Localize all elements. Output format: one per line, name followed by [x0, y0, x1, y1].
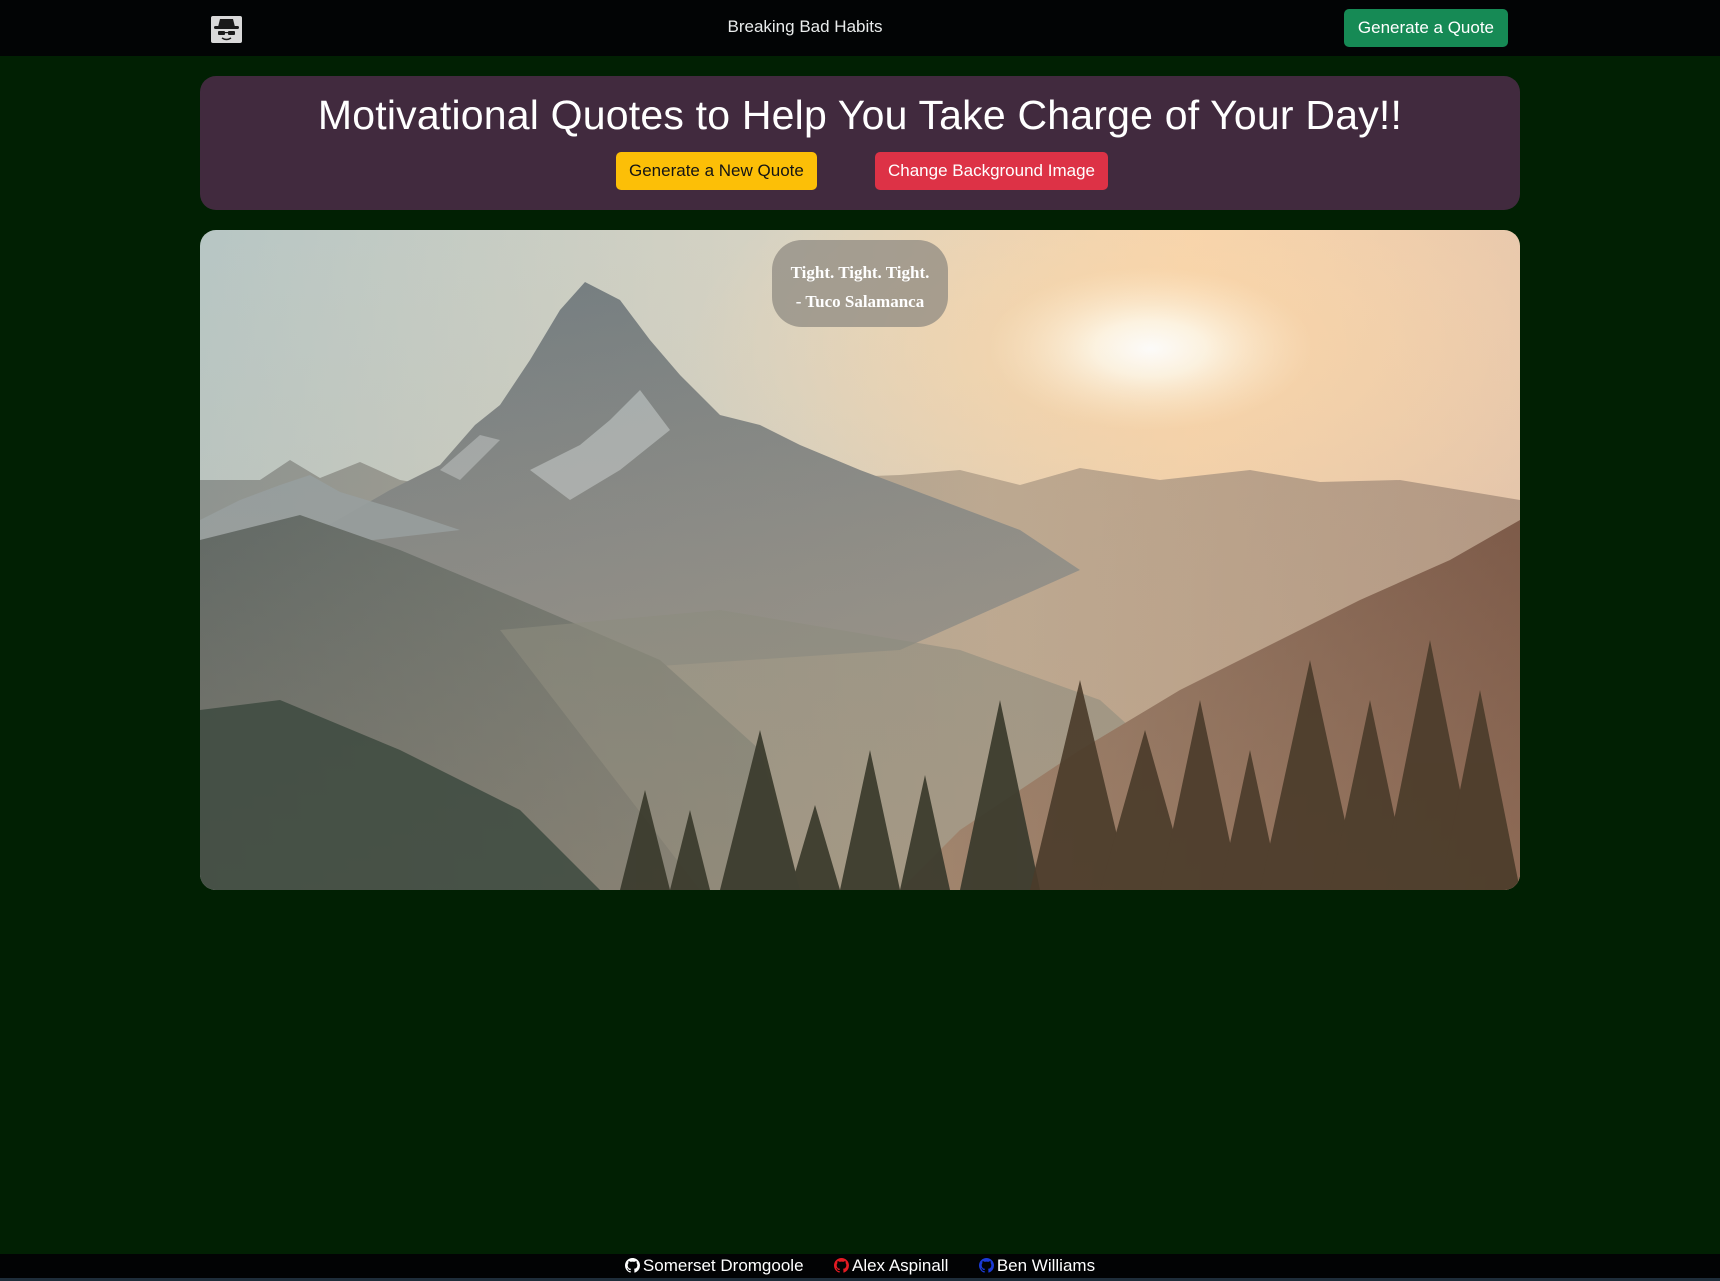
footer-link-alex[interactable]: Alex Aspinall — [833, 1254, 949, 1278]
footer-link-label: Alex Aspinall — [851, 1256, 949, 1275]
footer: Somerset Dromgoole Alex Aspinall Ben Wil… — [0, 1254, 1720, 1281]
top-navbar: Breaking Bad Habits Generate a Quote — [0, 0, 1720, 56]
footer-link-label: Somerset Dromgoole — [642, 1256, 804, 1275]
generate-new-quote-button[interactable]: Generate a New Quote — [616, 152, 817, 190]
page-title: Motivational Quotes to Help You Take Cha… — [317, 92, 1403, 138]
github-icon — [624, 1258, 640, 1273]
quote-card: Tight. Tight. Tight. - Tuco Salamanca — [200, 230, 1520, 890]
quote-author: - Tuco Salamanca — [795, 292, 925, 311]
github-icon — [833, 1258, 849, 1273]
hero-panel: Motivational Quotes to Help You Take Cha… — [200, 76, 1520, 210]
quote-text: Tight. Tight. Tight. — [790, 263, 930, 282]
quote-bubble: Tight. Tight. Tight. - Tuco Salamanca — [772, 240, 948, 327]
github-icon — [978, 1258, 994, 1273]
change-background-button[interactable]: Change Background Image — [875, 152, 1108, 190]
generate-quote-nav-button[interactable]: Generate a Quote — [1343, 9, 1508, 47]
footer-link-ben[interactable]: Ben Williams — [978, 1254, 1096, 1278]
footer-link-label: Ben Williams — [996, 1256, 1096, 1275]
footer-link-somerset[interactable]: Somerset Dromgoole — [624, 1254, 804, 1278]
background-image — [200, 230, 1520, 890]
